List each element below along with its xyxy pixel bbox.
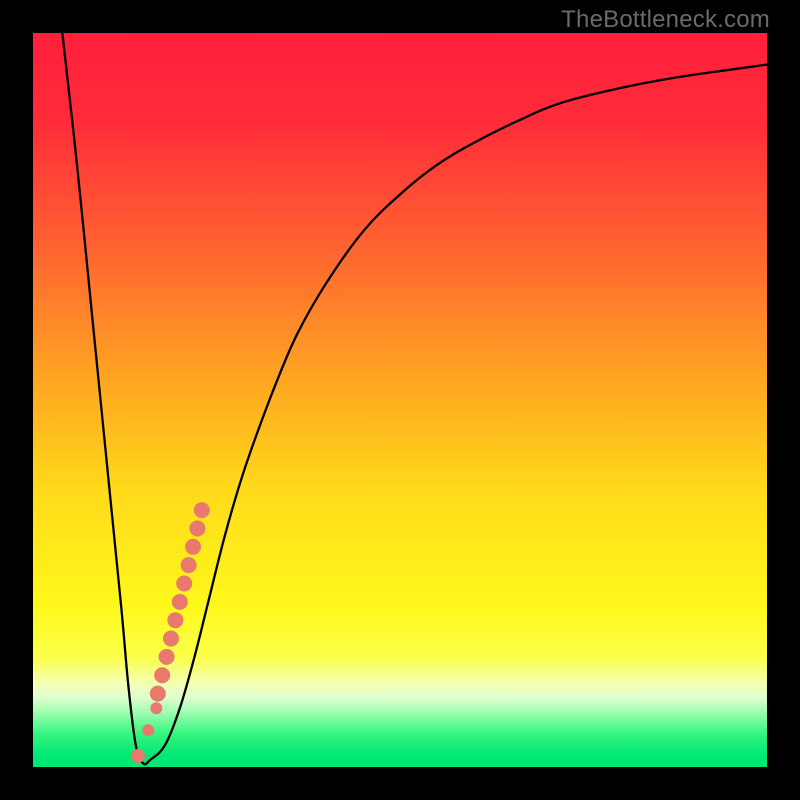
marker-dot [150, 686, 166, 702]
gradient-background [33, 33, 767, 767]
marker-dot [131, 749, 145, 763]
marker-dot [167, 612, 183, 628]
marker-dot [185, 539, 201, 555]
marker-dot [150, 702, 162, 714]
marker-dot [181, 557, 197, 573]
marker-dot [142, 724, 154, 736]
marker-dot [163, 631, 179, 647]
marker-dot [176, 576, 192, 592]
watermark-text: TheBottleneck.com [561, 6, 770, 34]
marker-dot [189, 520, 205, 536]
chart-plot-area [33, 33, 767, 767]
marker-dot [154, 667, 170, 683]
marker-dot [159, 649, 175, 665]
marker-dot [172, 594, 188, 610]
marker-dot [194, 502, 210, 518]
chart-svg [33, 33, 767, 767]
outer-frame: TheBottleneck.com [0, 0, 800, 800]
